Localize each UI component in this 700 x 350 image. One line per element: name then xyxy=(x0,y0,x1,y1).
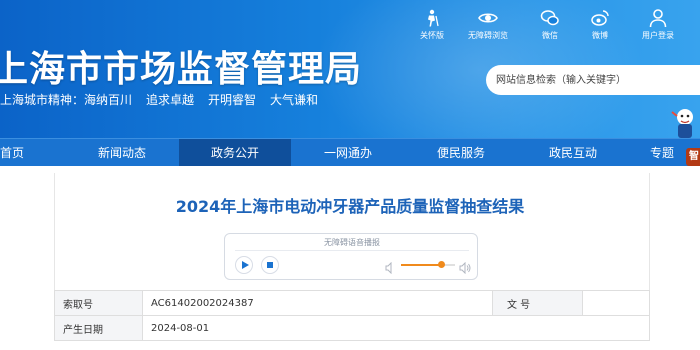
index-number-label: 索取号 xyxy=(54,290,143,316)
page-border xyxy=(54,173,55,293)
nav-item-home[interactable]: 首页 xyxy=(0,139,34,167)
audio-player-label: 无障碍语音播报 xyxy=(324,238,380,247)
document-number-value xyxy=(582,290,650,316)
main-nav: 首页 新闻动态 政务公开 一网通办 便民服务 政民互动 专题 xyxy=(0,138,700,167)
nav-item-news[interactable]: 新闻动态 xyxy=(66,139,178,167)
nav-item-one-network[interactable]: 一网通办 xyxy=(292,139,404,167)
volume-slider[interactable] xyxy=(401,261,455,268)
volume-mute-icon[interactable] xyxy=(385,259,395,275)
nav-item-interaction[interactable]: 政民互动 xyxy=(517,139,629,167)
article-title: 2024年上海市电动冲牙器产品质量监督抽查结果 xyxy=(175,197,525,216)
slogan-part: 上海城市精神：海纳百川 xyxy=(0,93,133,107)
wechat-label: 微信 xyxy=(542,31,558,40)
wechat-link[interactable]: 微信 xyxy=(522,8,578,41)
volume-up-icon[interactable] xyxy=(459,259,471,275)
nav-item-services[interactable]: 便民服务 xyxy=(405,139,517,167)
slogan-part: 追求卓越 xyxy=(146,93,195,107)
volume-slider-handle[interactable] xyxy=(438,261,445,268)
index-number-value: AC61402002024387 xyxy=(142,290,493,316)
slogan-part: 大气谦和 xyxy=(270,93,319,107)
smart-assistant-badge[interactable]: 智 xyxy=(686,148,700,166)
site-header: 上海市市场监督管理局 上海城市精神：海纳百川 追求卓越 开明睿智 大气谦和 关怀版 无… xyxy=(0,0,700,138)
mascot-icon xyxy=(668,106,700,138)
audio-player: 无障碍语音播报 xyxy=(224,233,478,280)
slogan-part: 开明睿智 xyxy=(208,93,257,107)
elderly-care-icon xyxy=(404,8,460,28)
accessibility-label: 无障碍浏览 xyxy=(468,31,508,40)
user-login-link[interactable]: 用户登录 xyxy=(630,8,686,41)
document-number-label: 文 号 xyxy=(492,290,583,316)
divider xyxy=(235,250,469,251)
city-slogan: 上海城市精神：海纳百川 追求卓越 开明睿智 大气谦和 xyxy=(0,91,332,108)
search-box[interactable] xyxy=(486,65,700,95)
issue-date-label: 产生日期 xyxy=(54,315,143,341)
user-icon xyxy=(630,8,686,28)
article-meta-table: 索取号 AC61402002024387 文 号 产生日期 2024-08-01 xyxy=(54,290,650,341)
weibo-label: 微博 xyxy=(592,31,608,40)
table-row: 索取号 AC61402002024387 文 号 xyxy=(54,290,650,316)
nav-item-government-affairs[interactable]: 政务公开 xyxy=(179,139,291,167)
accessibility-link[interactable]: 无障碍浏览 xyxy=(460,8,516,41)
issue-date-value: 2024-08-01 xyxy=(142,315,650,341)
site-title[interactable]: 上海市市场监督管理局 xyxy=(0,40,362,92)
table-row: 产生日期 2024-08-01 xyxy=(54,315,650,341)
weibo-icon xyxy=(572,8,628,28)
top-tools: 关怀版 无障碍浏览 微信 微博 用户登录 xyxy=(404,8,694,42)
user-login-label: 用户登录 xyxy=(642,31,674,40)
eye-icon xyxy=(460,8,516,28)
wechat-icon xyxy=(522,8,578,28)
play-button[interactable] xyxy=(235,256,253,274)
page-border xyxy=(649,173,650,293)
care-mode-link[interactable]: 关怀版 xyxy=(404,8,460,41)
stop-button[interactable] xyxy=(261,256,279,274)
volume-slider-fill xyxy=(401,264,442,266)
care-mode-label: 关怀版 xyxy=(420,31,444,40)
weibo-link[interactable]: 微博 xyxy=(572,8,628,41)
search-input[interactable] xyxy=(496,70,696,90)
